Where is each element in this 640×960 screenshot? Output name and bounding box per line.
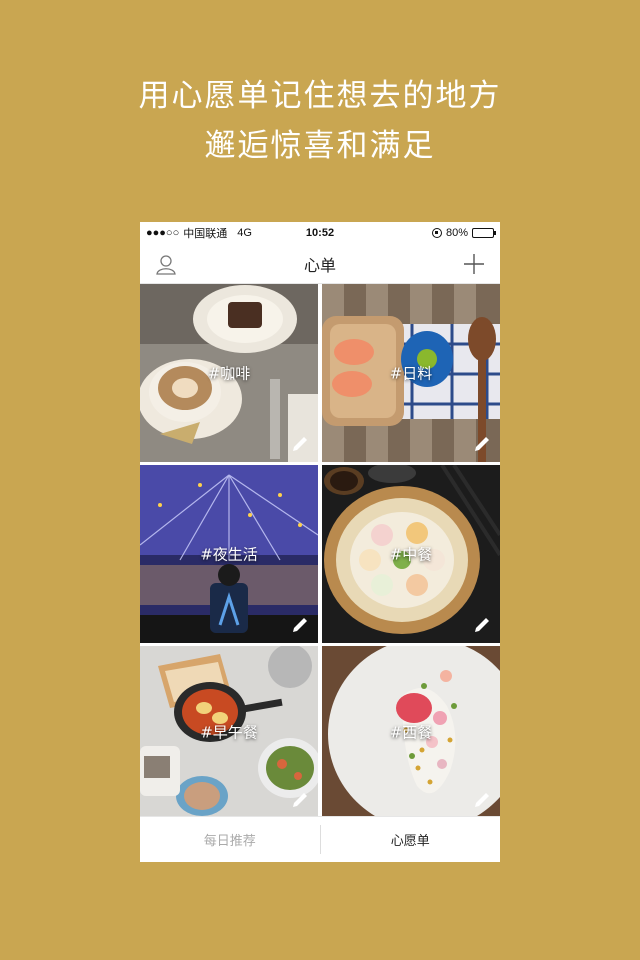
tile-label: #西餐 [389,723,433,742]
tab-wishlist[interactable]: 心愿单 [321,817,501,862]
category-tile-brunch[interactable]: #早午餐 [140,646,318,818]
network-type: 4G [237,227,252,239]
tile-label: #中餐 [389,545,433,564]
pencil-icon[interactable] [290,434,310,454]
pencil-icon[interactable] [290,615,310,635]
category-tile-western[interactable]: #西餐 [322,646,500,818]
pencil-icon[interactable] [472,615,492,635]
tile-label: #日料 [389,364,433,383]
phone-screen: ●●●○○ 中国联通 4G 10:52 80% 心单 #咖啡 #日料 #夜生活 … [140,222,500,862]
category-tile-chinese[interactable]: #中餐 [322,465,500,643]
nav-bar: 心单 [140,244,500,284]
promo-subheadline: 邂逅惊喜和满足 [204,128,436,164]
category-tile-japanese[interactable]: #日料 [322,284,500,462]
wishlist-grid: #咖啡 #日料 #夜生活 #中餐 #早午餐 #西餐 [140,284,500,818]
tab-bar: 每日推荐 心愿单 [140,816,500,862]
orientation-lock-icon [431,228,442,238]
status-bar: ●●●○○ 中国联通 4G 10:52 80% [140,222,500,244]
tile-label: #早午餐 [200,723,258,742]
pencil-icon[interactable] [290,790,310,810]
category-tile-coffee[interactable]: #咖啡 [140,284,318,462]
pencil-icon[interactable] [472,434,492,454]
category-tile-nightlife[interactable]: #夜生活 [140,465,318,643]
page-title: 心单 [303,255,336,275]
tile-label: #咖啡 [207,364,251,383]
carrier-name: 中国联通 [183,228,228,240]
tab-daily-recommendations[interactable]: 每日推荐 [140,817,320,862]
tile-label: #夜生活 [200,545,258,564]
pencil-icon[interactable] [472,790,492,810]
battery-icon [472,228,496,238]
plus-icon[interactable] [462,252,486,276]
profile-icon[interactable] [154,252,178,276]
signal-strength: ●●●○○ [146,227,180,239]
promo-headline: 用心愿单记住想去的地方 [138,78,502,114]
battery-percent: 80% [445,227,468,239]
